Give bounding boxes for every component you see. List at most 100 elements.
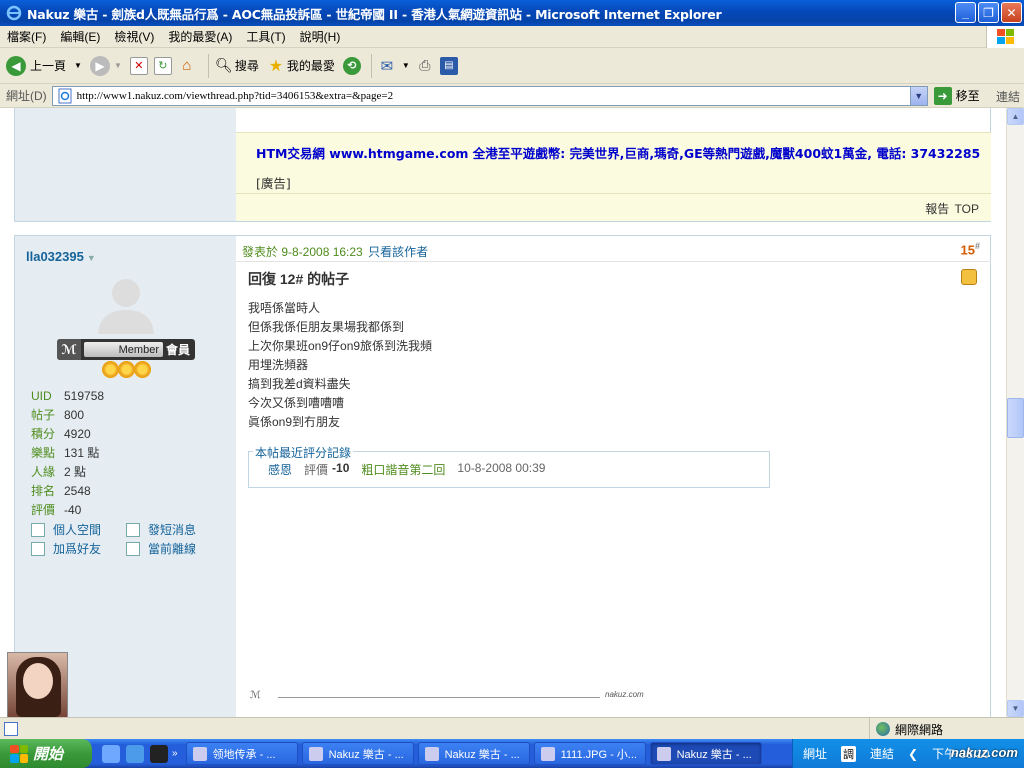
report-row: 報告 TOP [923, 200, 979, 217]
nakuz-logo-icon: ℳ [250, 690, 261, 701]
title-bar[interactable]: Nakuz 樂古 - 劍族d人既無品行爲 - AOC無品投訴區 - 世紀帝國 I… [0, 0, 1024, 26]
forward-dropdown-icon[interactable]: ▼ [114, 61, 122, 70]
mail-icon[interactable]: ✉ [378, 57, 396, 75]
username[interactable]: lla032395 ▼ [26, 249, 96, 264]
windows-logo-icon [986, 26, 1024, 48]
menu-favorites[interactable]: 我的最愛(A) [161, 28, 239, 45]
favorites-button[interactable]: ★ 我的最愛 [267, 57, 335, 75]
only-author-link[interactable]: 只看該作者 [368, 245, 428, 259]
taskbar: 開始 » 领地传承 - ... Nakuz 樂古 - ... Nakuz 樂古 … [0, 739, 1024, 768]
zone-label: 網際網路 [895, 722, 944, 737]
app-icon [192, 746, 207, 761]
scroll-up-icon[interactable]: ▲ [1007, 108, 1024, 125]
security-zone[interactable]: 網際網路 [869, 718, 943, 740]
stop-icon[interactable]: ✕ [129, 56, 148, 75]
stat-uid: UID 519758 [31, 386, 104, 405]
rater-link[interactable]: 感恩 [268, 461, 292, 478]
vertical-scrollbar[interactable]: ▲ ▼ [1006, 108, 1024, 717]
back-button[interactable]: ◀ 上一頁 ▼ [6, 55, 82, 76]
task-label: 1111.JPG - 小... [560, 748, 637, 761]
tray-address-label[interactable]: 網址 [803, 745, 827, 762]
ad-link[interactable]: HTM交易網 www.htmgame.com 全港至平遊戲幣: 完美世界,巨商,… [256, 146, 980, 161]
username-text: lla032395 [26, 249, 84, 264]
quick-launch [102, 744, 168, 763]
address-dropdown-icon[interactable]: ▼ [909, 86, 927, 105]
stat-label: UID [31, 388, 52, 403]
windows-flag-icon [10, 744, 28, 763]
post-author-sidebar: lla032395 ▼ ℳ Member 會員 UID 519758 帖子 800 積… [15, 236, 236, 717]
toolbar: ◀ 上一頁 ▼ ▶ ▼ ✕ ↻ ⌂ 🔍︎ 搜尋 ★ 我的最愛 ⟲ ✉ ▼ ⎙ ▤ [0, 48, 1024, 84]
previous-post: HTM交易網 www.htmgame.com 全港至平遊戲幣: 完美世界,巨商,… [14, 108, 991, 222]
globe-icon [876, 722, 890, 736]
address-input[interactable]: http://www1.nakuz.com/viewthread.php?tid… [51, 85, 928, 106]
post-floor[interactable]: 15# [961, 241, 980, 257]
personal-space-link[interactable]: 個人空間 [31, 521, 126, 538]
menu-help[interactable]: 說明(H) [293, 28, 348, 45]
go-label: 移至 [955, 89, 980, 103]
link-label: 加爲好友 [53, 542, 102, 556]
search-icon: 🔍︎ [214, 57, 233, 73]
refresh-icon[interactable]: ↻ [153, 56, 172, 75]
restore-button[interactable]: ❐ [978, 2, 999, 23]
report-link[interactable]: 報告 [925, 202, 949, 216]
history-icon[interactable]: ⟲ [342, 56, 361, 75]
add-friend-link[interactable]: 加爲好友 [31, 540, 126, 557]
stat-value: 2548 [64, 483, 91, 498]
link-label: 發短消息 [148, 523, 197, 537]
go-button[interactable]: ➜ 移至 [933, 86, 980, 105]
edit-page-icon[interactable]: ▤ [439, 56, 458, 75]
floating-ad-image[interactable]: 魔域 [7, 652, 68, 717]
taskbar-item[interactable]: Nakuz 樂古 - ... [417, 742, 530, 765]
menu-file[interactable]: 檔案(F) [0, 28, 53, 45]
watermark: nakuz.com [950, 745, 1018, 760]
taskbar-item[interactable]: 领地传承 - ... [185, 742, 298, 765]
close-button[interactable]: ✕ [1001, 2, 1022, 23]
ie-icon[interactable] [102, 744, 120, 763]
taskbar-item[interactable]: 1111.JPG - 小... [533, 742, 646, 765]
start-button[interactable]: 開始 [0, 739, 92, 768]
links-label[interactable]: 連結 [996, 88, 1020, 105]
link-label: 當前離線 [148, 542, 197, 556]
scroll-down-icon[interactable]: ▼ [1007, 700, 1024, 717]
scroll-thumb[interactable] [1007, 398, 1024, 438]
go-arrow-icon: ➜ [933, 86, 952, 105]
search-label: 搜尋 [234, 59, 259, 73]
forward-arrow-icon[interactable]: ▶ [89, 55, 110, 76]
desktop-icon[interactable] [150, 744, 168, 763]
stat-label: 評價 [31, 503, 56, 517]
signature-line [278, 697, 600, 698]
print-icon[interactable]: ⎙ [416, 57, 434, 75]
rank-badge: ℳ Member 會員 [57, 339, 195, 360]
taskbar-item[interactable]: Nakuz 樂古 - ... [301, 742, 414, 765]
taskbar-item-active[interactable]: Nakuz 樂古 - ... [649, 742, 762, 765]
home-icon[interactable]: ⌂ [178, 57, 196, 75]
back-label: 上一頁 [30, 59, 67, 73]
ad-text[interactable]: HTM交易網 www.htmgame.com 全港至平遊戲幣: 完美世界,巨商,… [256, 139, 986, 199]
stat-value: 131 點 [64, 446, 100, 460]
friend-icon [31, 541, 45, 556]
mail-dropdown-icon[interactable]: ▼ [402, 61, 410, 70]
previous-post-sidebar [15, 108, 236, 221]
stat-value: 519758 [64, 388, 105, 403]
thumbs-down-icon[interactable] [961, 269, 977, 285]
ad-figure-face [23, 663, 53, 699]
search-button[interactable]: 🔍︎ 搜尋 [215, 57, 259, 75]
browser-icon[interactable] [126, 744, 144, 763]
chevron-left-icon[interactable]: ❮ [908, 747, 918, 761]
link-row: 加爲好友 當前離線 [31, 539, 221, 558]
menu-edit[interactable]: 編輯(E) [53, 28, 107, 45]
floor-number: 15 [960, 242, 975, 258]
menu-tools[interactable]: 工具(T) [239, 28, 292, 45]
app-icon [656, 746, 671, 761]
top-link[interactable]: TOP [955, 202, 979, 216]
favorites-label: 我的最愛 [286, 59, 335, 73]
chevron-right-icon[interactable]: » [172, 748, 178, 759]
send-message-link[interactable]: 發短消息 [126, 521, 221, 538]
stat-value: 2 點 [64, 465, 87, 479]
ime-icon[interactable]: 調 [841, 745, 857, 762]
app-icon [424, 746, 439, 761]
tray-links-label[interactable]: 連結 [870, 745, 894, 762]
menu-view[interactable]: 檢視(V) [107, 28, 161, 45]
back-dropdown-icon[interactable]: ▼ [74, 61, 82, 70]
minimize-button[interactable]: _ [955, 2, 976, 23]
